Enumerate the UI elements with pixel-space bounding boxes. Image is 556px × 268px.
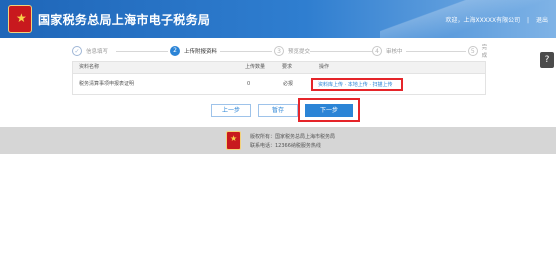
site-footer: ★ 版权所有：国家税务总局上海市税务局 联系电话：12366纳税服务热线 — [0, 127, 556, 154]
table-header: 资料名称 上传数量 要求 操作 — [73, 62, 485, 74]
step-connector — [406, 51, 466, 52]
step-preview: 3 预览提交 — [274, 44, 310, 58]
step-label: 完成 — [481, 45, 488, 59]
step-complete: 5 完成 — [468, 44, 492, 59]
logout-link[interactable]: 退出 — [536, 17, 548, 24]
step-info-fill: ✓ 信息填写 — [72, 44, 108, 58]
step-label: 上传附报资料 — [184, 49, 218, 55]
copyright-text: 版权所有：国家税务总局上海市税务局 — [250, 134, 336, 140]
tax-emblem-icon: ★ — [8, 5, 32, 33]
column-header: 上传数量 — [245, 64, 266, 70]
table-row: 税务清算事项申报表证明 0 必报 资料库上传 · 本地上传 · 扫描上传 — [73, 74, 485, 95]
header-separator: | — [527, 17, 530, 24]
column-header: 操作 — [319, 64, 330, 70]
contact-text: 联系电话：12366纳税服务热线 — [250, 143, 321, 149]
progress-steps: ✓ 信息填写 2 上传附报资料 3 预览提交 4 审核中 5 完成 — [72, 44, 492, 59]
step-connector — [310, 51, 372, 52]
upload-options-link[interactable]: 资料库上传 · 本地上传 · 扫描上传 — [318, 80, 393, 90]
step-number: 2 — [170, 46, 180, 56]
next-button[interactable]: 下一步 — [305, 104, 353, 117]
step-connector — [220, 51, 272, 52]
welcome-text: 欢迎，上海XXXXX有限公司 — [445, 17, 521, 24]
site-header: ★ 国家税务总局上海市电子税务局 欢迎，上海XXXXX有限公司 | 退出 — [0, 0, 556, 38]
upload-count: 0 — [247, 81, 251, 87]
site-title: 国家税务总局上海市电子税务局 — [38, 13, 211, 27]
step-upload: 2 上传附报资料 — [170, 44, 217, 58]
step-review: 4 审核中 — [372, 44, 403, 58]
column-header: 要求 — [282, 64, 293, 70]
prev-button[interactable]: 上一步 — [211, 104, 251, 117]
step-number: 5 — [468, 46, 478, 56]
check-icon: ✓ — [72, 46, 82, 56]
step-number: 3 — [274, 46, 284, 56]
step-number: 4 — [372, 46, 382, 56]
save-draft-button[interactable]: 暂存 — [258, 104, 298, 117]
footer-emblem-icon: ★ — [226, 131, 241, 150]
step-label: 审核中 — [386, 49, 403, 55]
document-name: 税务清算事项申报表证明 — [79, 81, 135, 87]
step-label: 预览提交 — [288, 49, 311, 55]
attachment-table: 资料名称 上传数量 要求 操作 税务清算事项申报表证明 0 必报 资料库上传 ·… — [72, 61, 486, 95]
user-area: 欢迎，上海XXXXX有限公司 | 退出 — [446, 15, 548, 24]
requirement: 必报 — [283, 81, 294, 87]
operation-highlight: 资料库上传 · 本地上传 · 扫描上传 — [311, 78, 403, 91]
step-label: 信息填写 — [86, 49, 109, 55]
step-connector — [116, 51, 168, 52]
help-icon[interactable]: ? — [540, 52, 554, 68]
column-header: 资料名称 — [79, 64, 100, 70]
